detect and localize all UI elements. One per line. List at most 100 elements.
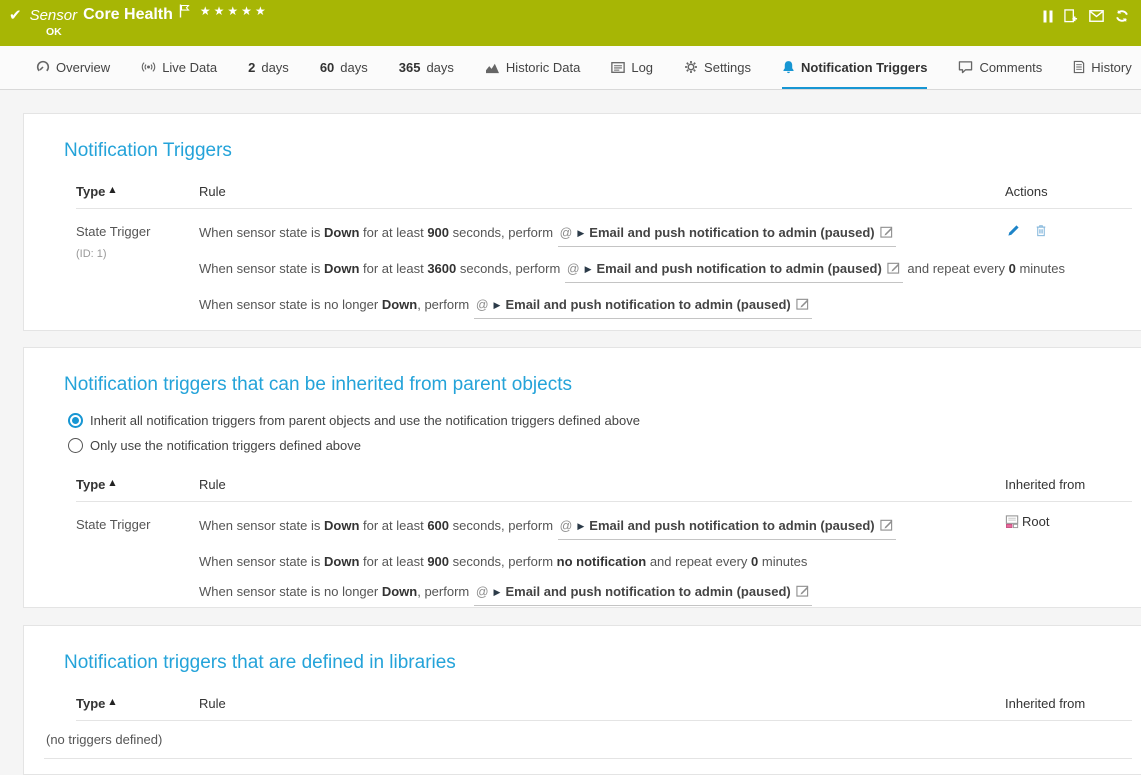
- column-header-rule[interactable]: Rule: [199, 477, 1005, 492]
- column-header-type[interactable]: Type▲: [76, 477, 199, 492]
- tab-60-days[interactable]: 60 days: [320, 46, 368, 89]
- rule-text: Down: [324, 554, 359, 569]
- root-group-icon: [1005, 514, 1020, 529]
- radio-option-1: Inherit all notification triggers from p…: [68, 413, 1132, 428]
- edit-notification-icon[interactable]: [796, 297, 809, 310]
- trigger-rule-line: When sensor state is no longer Down, per…: [199, 583, 1005, 606]
- radio-group: Inherit all notification triggers from p…: [68, 413, 1132, 453]
- pause-button[interactable]: [1043, 10, 1053, 23]
- notification-name: Email and push notification to admin (pa…: [505, 297, 790, 312]
- rule-text: Down: [382, 297, 417, 312]
- notification-name: Email and push notification to admin (pa…: [589, 225, 874, 240]
- column-header-inherited-from[interactable]: Inherited from: [1005, 477, 1132, 492]
- tab-settings[interactable]: Settings: [684, 46, 751, 89]
- tab-label: Live Data: [162, 60, 217, 75]
- tab-label: days: [426, 60, 453, 75]
- notification-name: Email and push notification to admin (pa…: [589, 518, 874, 533]
- flag-icon[interactable]: [179, 4, 190, 18]
- rule-text: for at least: [359, 225, 427, 240]
- email-button[interactable]: [1089, 10, 1104, 22]
- column-header-inherited-from[interactable]: Inherited from: [1005, 696, 1132, 711]
- rule-text: , perform: [417, 297, 473, 312]
- historic-data-icon: [485, 61, 500, 74]
- rule-text: seconds, perform: [449, 225, 557, 240]
- tab-live-data[interactable]: Live Data: [141, 46, 217, 89]
- edit-notification-icon[interactable]: [880, 518, 893, 531]
- pause-icon: [1043, 10, 1053, 23]
- tab-overview[interactable]: Overview: [36, 46, 110, 89]
- column-header-type[interactable]: Type▲: [76, 696, 199, 711]
- tab-365-days[interactable]: 365days: [399, 46, 454, 89]
- comment-icon: [958, 60, 973, 74]
- tab-historic-data[interactable]: Historic Data: [485, 46, 580, 89]
- rule-text: 600: [427, 518, 449, 533]
- edit-notification-icon[interactable]: [880, 225, 893, 238]
- tab-label: Historic Data: [506, 60, 580, 75]
- inherited-from-root-link[interactable]: Root: [1005, 514, 1049, 529]
- column-header-type[interactable]: Type▲: [76, 184, 199, 199]
- rule-text: for at least: [359, 261, 427, 276]
- tab-label: days: [340, 60, 367, 75]
- notification-name: Email and push notification to admin (pa…: [505, 584, 790, 599]
- notification-link[interactable]: @▶Email and push notification to admin (…: [558, 517, 896, 540]
- panel-library-triggers: Notification triggers that are defined i…: [23, 625, 1141, 775]
- topbar-toolbar: [1043, 9, 1129, 23]
- gauge-icon: [36, 60, 50, 74]
- edit-trigger-button[interactable]: [1007, 224, 1020, 237]
- email-icon: [1089, 10, 1104, 22]
- tab-history[interactable]: History: [1073, 46, 1131, 89]
- libraries-table: Type▲ Rule Inherited from: [76, 696, 1132, 721]
- rating-stars[interactable]: ★★★★★: [200, 4, 269, 18]
- tab-comments[interactable]: Comments: [958, 46, 1042, 89]
- page-title: Core Health: [83, 6, 173, 24]
- radio-label: Inherit all notification triggers from p…: [90, 413, 640, 428]
- rule-text: Down: [324, 225, 359, 240]
- notification-link[interactable]: @▶Email and push notification to admin (…: [565, 260, 903, 283]
- trigger-row: State Trigger When sensor state is Down …: [76, 502, 1132, 619]
- tab-label: Log: [631, 60, 653, 75]
- radio-button[interactable]: [68, 413, 83, 428]
- section-heading-libraries: Notification triggers that are defined i…: [64, 652, 1132, 674]
- column-header-rule[interactable]: Rule: [199, 696, 1005, 711]
- report-button[interactable]: [1064, 9, 1078, 23]
- tab-log[interactable]: Log: [611, 46, 653, 89]
- sort-asc-icon: ▲: [109, 185, 115, 194]
- play-icon: ▶: [494, 301, 501, 311]
- at-icon: @: [567, 262, 580, 276]
- edit-notification-icon[interactable]: [796, 584, 809, 597]
- rule-text: When sensor state is no longer: [199, 584, 382, 599]
- table-header-row: Type▲ Rule Inherited from: [76, 477, 1132, 502]
- tab-number: 60: [320, 60, 334, 75]
- status-badge: OK: [46, 26, 62, 38]
- triggers-table: Type▲ Rule Actions State Trigger (ID: 1)…: [76, 184, 1132, 332]
- delete-trigger-button[interactable]: [1035, 224, 1047, 237]
- notification-link[interactable]: @ ▶ Email and push notification to admin (…: [474, 296, 812, 319]
- at-icon: @: [476, 298, 489, 312]
- play-icon: ▶: [577, 229, 584, 239]
- column-header-actions[interactable]: Actions: [1005, 184, 1132, 199]
- refresh-icon: [1115, 9, 1129, 23]
- pencil-icon: [1007, 224, 1020, 237]
- rule-text: When sensor state is: [199, 518, 324, 533]
- sort-asc-icon: ▲: [109, 478, 115, 487]
- empty-message: (no triggers defined): [44, 721, 1132, 759]
- notification-link[interactable]: @▶Email and push notification to admin (…: [558, 224, 896, 247]
- tab-2-days[interactable]: 2days: [248, 46, 289, 89]
- refresh-button[interactable]: [1115, 9, 1129, 23]
- sort-asc-icon: ▲: [109, 697, 115, 706]
- column-header-rule[interactable]: Rule: [199, 184, 1005, 199]
- rule-text: Down: [324, 261, 359, 276]
- radio-button[interactable]: [68, 438, 83, 453]
- rule-text: minutes: [758, 554, 807, 569]
- notification-link[interactable]: @▶Email and push notification to admin (…: [474, 583, 812, 606]
- trigger-row: State Trigger (ID: 1) When sensor state …: [76, 209, 1132, 332]
- tab-notification-triggers[interactable]: Notification Triggers: [782, 46, 927, 89]
- tab-label: Notification Triggers: [801, 60, 927, 75]
- edit-notification-icon[interactable]: [887, 261, 900, 274]
- trigger-rule-line: When sensor state is Down for at least 6…: [199, 517, 1005, 540]
- trash-icon: [1035, 224, 1047, 237]
- trigger-type: State Trigger: [76, 224, 199, 239]
- panel-notification-triggers: Notification Triggers Type▲ Rule Actions…: [23, 113, 1141, 331]
- trigger-type: State Trigger: [76, 517, 199, 532]
- trigger-rule-line: When sensor state is Down for at least 9…: [199, 553, 1005, 570]
